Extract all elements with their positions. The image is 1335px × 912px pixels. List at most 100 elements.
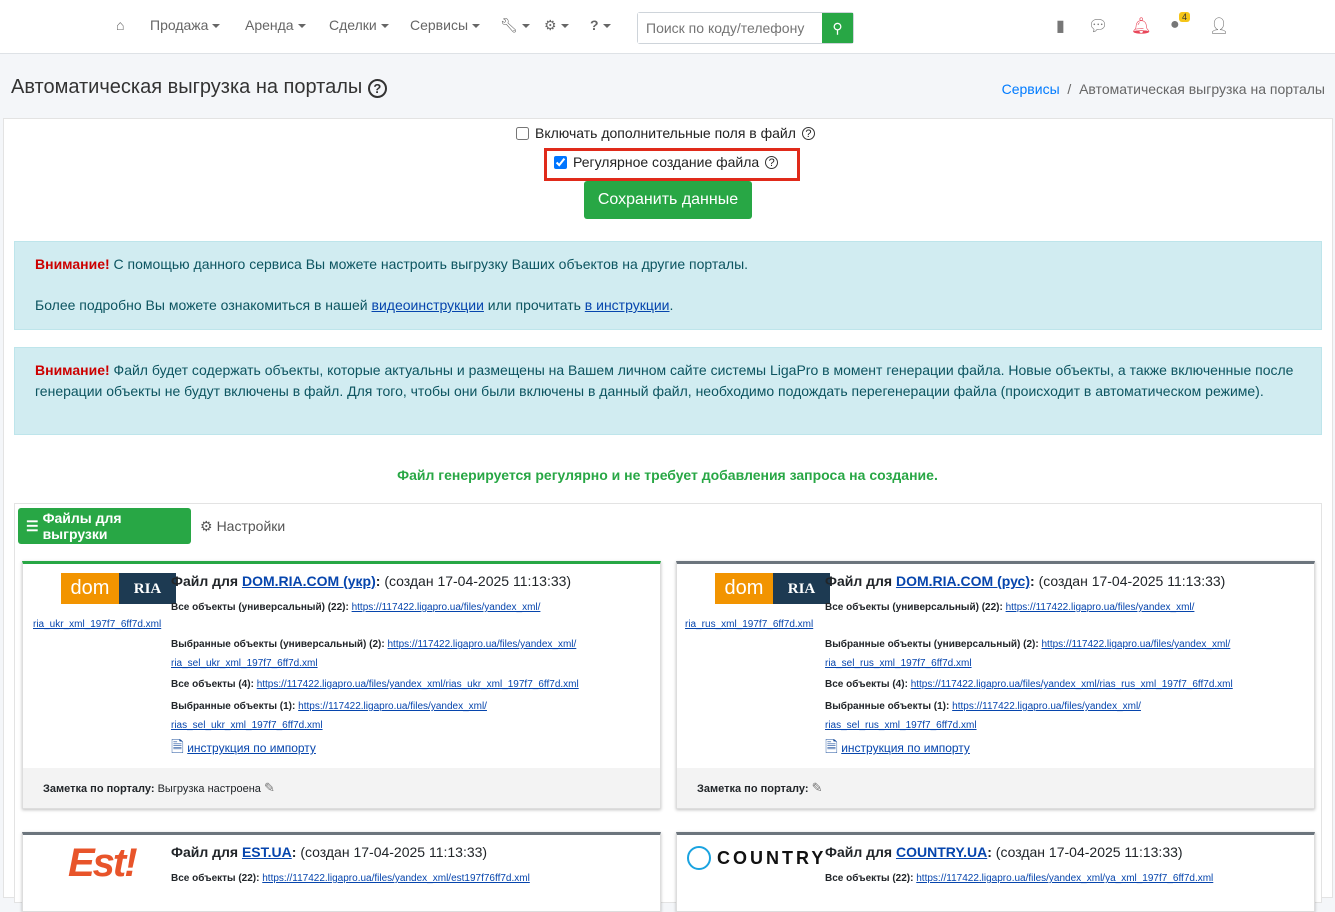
warning-alert: Внимание! Файл будет содержать объекты, … (14, 347, 1322, 435)
portal-card-domria-rus: dom RIA Файл для DOM.RIA.COM (рус): (созд… (676, 561, 1315, 809)
row-label: Выбранные объекты (универсальный) (2): (171, 639, 385, 650)
row-label: Все объекты (4): (171, 679, 254, 690)
portal-card-country: COUNTRY Файл для COUNTRY.UA: (создан 17-… (676, 832, 1315, 912)
tab-label: Настройки (216, 518, 286, 534)
file-link[interactable]: https://117422.ligapro.ua/files/yandex_x… (1006, 602, 1195, 613)
portal-link[interactable]: DOM.RIA.COM (рус) (896, 573, 1030, 589)
logo-dom: dom (61, 573, 119, 604)
domria-logo: dom RIA (715, 573, 830, 604)
file-link[interactable]: https://117422.ligapro.ua/files/yandex_x… (911, 679, 1233, 690)
file-link[interactable]: https://117422.ligapro.ua/files/yandex_x… (1041, 639, 1230, 650)
row-label: Выбранные объекты (1): (825, 701, 950, 712)
import-instruction-link[interactable]: инструкция по импорту (841, 741, 970, 755)
help-menu-icon[interactable]: ? (590, 17, 611, 33)
file-link[interactable]: https://117422.ligapro.ua/files/yandex_x… (262, 873, 530, 884)
note-label: Заметка по порталу: (43, 783, 155, 795)
file-link[interactable]: https://117422.ligapro.ua/files/yandex_x… (916, 873, 1213, 884)
alert-badge: 4 (1179, 12, 1191, 22)
breadcrumb: Сервисы / Автоматическая выгрузка на пор… (1001, 81, 1325, 97)
file-heading: Файл для DOM.RIA.COM (укр): (создан 17-0… (171, 573, 572, 589)
pencil-icon[interactable]: ✎ (812, 780, 823, 795)
file-row: Все объекты (22): https://117422.ligapro… (171, 869, 530, 888)
import-instruction-link[interactable]: инструкция по импорту (187, 741, 316, 755)
logo-dom: dom (715, 573, 773, 604)
file-link-cont[interactable]: ria_sel_rus_xml_197f7_6ff7d.xml (825, 658, 972, 669)
extra-fields-label: Включать дополнительные поля в файл (535, 125, 796, 141)
file-row: Все объекты (универсальный) (22): https:… (825, 598, 1194, 617)
save-button[interactable]: Сохранить данные (584, 181, 752, 219)
portal-link[interactable]: COUNTRY.UA (896, 844, 987, 860)
import-instruction: 🗎︎ инструкция по импорту (171, 738, 316, 758)
breadcrumb-services[interactable]: Сервисы (1002, 81, 1060, 97)
file-for-label: Файл для (825, 573, 896, 589)
home-icon[interactable]: ⌂ (116, 17, 124, 33)
book-icon[interactable]: ▮ (1056, 16, 1065, 36)
extra-fields-option[interactable]: Включать дополнительные поля в файл? (516, 125, 815, 141)
tab-label: Файлы для выгрузки (42, 510, 122, 542)
file-link-cont[interactable]: ria_sel_ukr_xml_197f7_6ff7d.xml (171, 658, 318, 669)
alert-icon[interactable]: ● 4 (1170, 12, 1191, 34)
menu-sale[interactable]: Продажа (150, 17, 220, 33)
file-for-label: Файл для (171, 573, 242, 589)
file-link-cont[interactable]: rias_sel_ukr_xml_197f7_6ff7d.xml (171, 720, 323, 731)
search-button[interactable]: ⚲ (822, 13, 853, 43)
note-text: Выгрузка настроена (154, 783, 261, 795)
est-logo: Est! (68, 841, 138, 885)
file-row: Выбранные объекты (универсальный) (2): h… (825, 635, 1230, 673)
alert-text: или прочитать (483, 297, 585, 313)
row-label: Все объекты (4): (825, 679, 908, 690)
wrench-icon[interactable]: 🔧︎ (500, 17, 530, 34)
menu-deals[interactable]: Сделки (329, 17, 389, 33)
regular-file-checkbox[interactable] (554, 155, 567, 169)
gear-icon[interactable]: ⚙ (544, 17, 569, 34)
portal-link[interactable]: EST.UA (242, 844, 292, 860)
regular-file-option[interactable]: Регулярное создание файла? (554, 154, 779, 170)
tab-settings[interactable]: ⚙ Настройки (192, 508, 293, 544)
row-label: Все объекты (универсальный) (22): (825, 602, 1003, 613)
pencil-icon[interactable]: ✎ (264, 780, 275, 795)
logo-country-text: COUNTRY (717, 847, 827, 868)
alert-text: Файл будет содержать объекты, которые ак… (35, 362, 1294, 399)
extra-fields-checkbox[interactable] (516, 126, 529, 140)
alert-strong: Внимание! (35, 362, 110, 378)
row-label: Выбранные объекты (универсальный) (2): (825, 639, 1039, 650)
file-link-cont[interactable]: ria_ukr_xml_197f7_6ff7d.xml (33, 619, 161, 630)
regular-file-label: Регулярное создание файла (573, 154, 760, 170)
file-heading: Файл для EST.UA: (создан 17-04-2025 11:1… (171, 844, 488, 860)
portal-note: Заметка по порталу: Выгрузка настроена ✎ (23, 768, 660, 808)
help-icon[interactable]: ? (765, 155, 779, 169)
user-icon[interactable]: 👤︎ (1209, 16, 1229, 36)
search-input[interactable] (638, 13, 822, 43)
note-label: Заметка по порталу: (697, 783, 809, 795)
country-logo-icon (687, 846, 711, 870)
file-link[interactable]: https://117422.ligapro.ua/files/yandex_x… (387, 639, 576, 650)
file-row: Выбранные объекты (1): https://117422.li… (171, 697, 487, 735)
list-icon: ☰ (26, 517, 39, 534)
tab-files[interactable]: ☰ Файлы для выгрузки (18, 508, 191, 544)
video-instruction-link[interactable]: видеоинструкции (372, 297, 484, 313)
file-link[interactable]: https://117422.ligapro.ua/files/yandex_x… (257, 679, 579, 690)
import-instruction: 🗎︎ инструкция по импорту (825, 738, 970, 758)
help-icon[interactable]: ? (801, 126, 815, 140)
menu-rent[interactable]: Аренда (245, 17, 306, 33)
file-link[interactable]: https://117422.ligapro.ua/files/yandex_x… (298, 701, 487, 712)
country-logo: COUNTRY (687, 846, 826, 870)
bell-icon[interactable]: 🔔︎ (1131, 16, 1151, 36)
page-title-text: Автоматическая выгрузка на порталы (11, 76, 363, 98)
search-box: ⚲ (637, 12, 854, 44)
help-icon[interactable]: ? (367, 79, 387, 98)
logo-ria: RIA (773, 573, 830, 604)
menu-services[interactable]: Сервисы (410, 17, 480, 33)
alert-strong: Внимание! (35, 256, 110, 272)
file-link-cont[interactable]: rias_sel_rus_xml_197f7_6ff7d.xml (825, 720, 977, 731)
file-link[interactable]: https://117422.ligapro.ua/files/yandex_x… (352, 602, 541, 613)
row-label: Все объекты (22): (825, 873, 914, 884)
info-alert: Внимание! С помощью данного сервиса Вы м… (14, 241, 1322, 330)
portal-link[interactable]: DOM.RIA.COM (укр) (242, 573, 376, 589)
file-link[interactable]: https://117422.ligapro.ua/files/yandex_x… (952, 701, 1141, 712)
file-link-cont[interactable]: ria_rus_xml_197f7_6ff7d.xml (685, 619, 813, 630)
created-date: (создан 17-04-2025 11:13:33) (300, 844, 488, 860)
instruction-link[interactable]: в инструкции (585, 297, 670, 313)
top-navbar: ⌂ Продажа Аренда Сделки Сервисы 🔧︎ ⚙ ? ⚲… (0, 0, 1335, 54)
chat-icon[interactable]: 💬︎ (1088, 16, 1108, 36)
